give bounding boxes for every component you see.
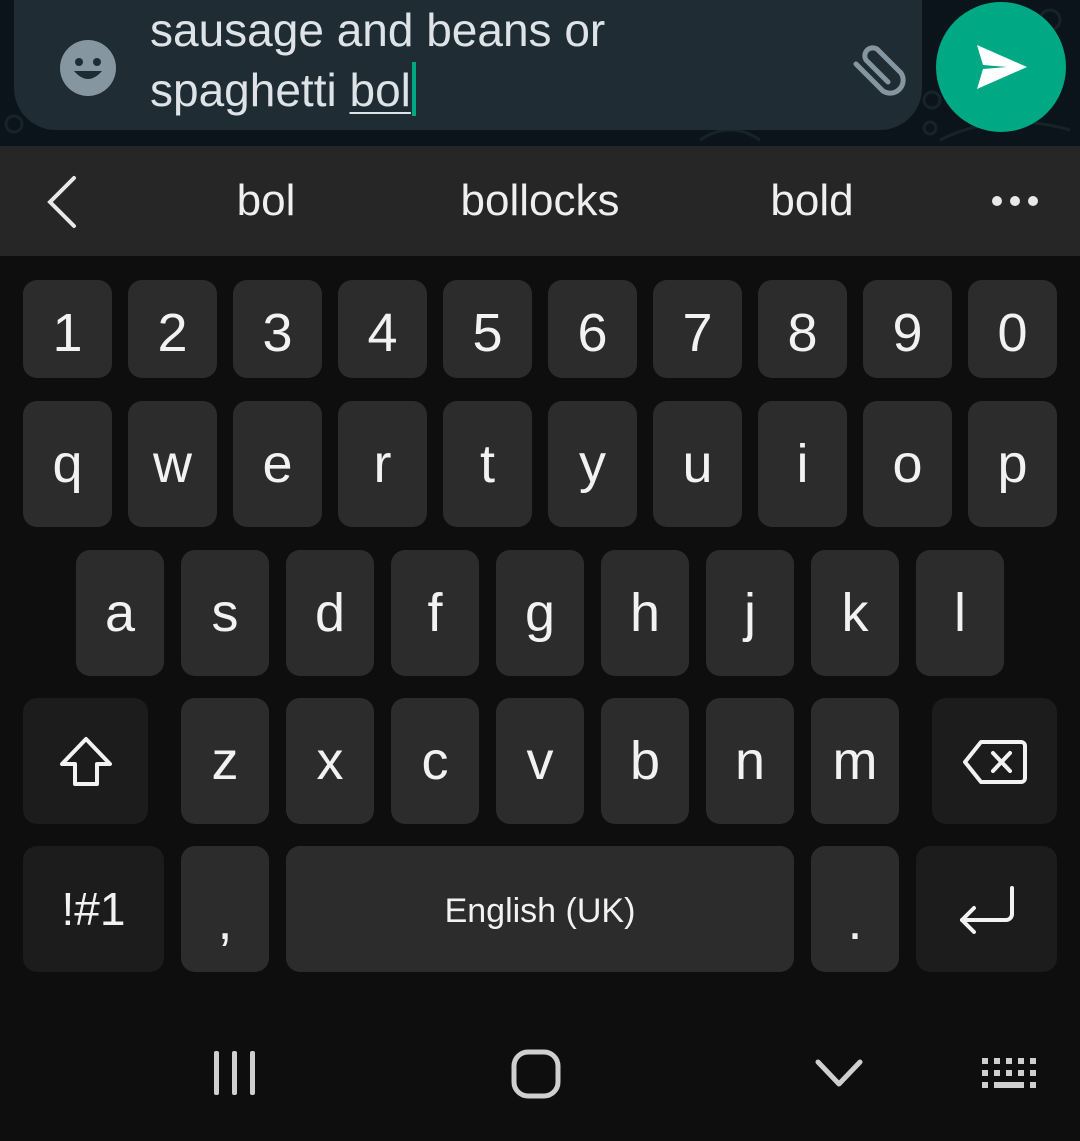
send-arrow-icon xyxy=(977,45,1027,89)
backspace-key[interactable] xyxy=(932,698,1057,824)
key-k[interactable]: k xyxy=(811,550,899,676)
key-9[interactable]: 9 xyxy=(863,280,952,378)
key-5[interactable]: 5 xyxy=(443,280,532,378)
key-6[interactable]: 6 xyxy=(548,280,637,378)
keyboard-switch-icon[interactable] xyxy=(980,1056,1040,1097)
more-dots-icon[interactable] xyxy=(985,186,1045,216)
key-s[interactable]: s xyxy=(181,550,269,676)
key-7[interactable]: 7 xyxy=(653,280,742,378)
navigation-bar xyxy=(0,1016,1080,1141)
key-p[interactable]: p xyxy=(968,401,1057,527)
space-key[interactable]: English (UK) xyxy=(286,846,794,972)
key-0[interactable]: 0 xyxy=(968,280,1057,378)
current-word: bol xyxy=(349,64,411,116)
key-3[interactable]: 3 xyxy=(233,280,322,378)
key-b[interactable]: b xyxy=(601,698,689,824)
key-1[interactable]: 1 xyxy=(23,280,112,378)
recent-apps-icon[interactable] xyxy=(210,1048,260,1103)
key-y[interactable]: y xyxy=(548,401,637,527)
key-r[interactable]: r xyxy=(338,401,427,527)
key-8[interactable]: 8 xyxy=(758,280,847,378)
message-compose-box[interactable]: sausage and beans or spaghetti bol xyxy=(14,0,922,130)
key-l[interactable]: l xyxy=(916,550,1004,676)
backspace-icon xyxy=(963,740,1027,784)
key-x[interactable]: x xyxy=(286,698,374,824)
key-v[interactable]: v xyxy=(496,698,584,824)
key-e[interactable]: e xyxy=(233,401,322,527)
key-t[interactable]: t xyxy=(443,401,532,527)
key-4[interactable]: 4 xyxy=(338,280,427,378)
shift-arrow-icon xyxy=(60,737,112,786)
key-n[interactable]: n xyxy=(706,698,794,824)
key-q[interactable]: q xyxy=(23,401,112,527)
key-period[interactable]: . xyxy=(811,846,899,972)
key-g[interactable]: g xyxy=(496,550,584,676)
key-w[interactable]: w xyxy=(128,401,217,527)
key-a[interactable]: a xyxy=(76,550,164,676)
key-f[interactable]: f xyxy=(391,550,479,676)
emoji-smiley-icon[interactable] xyxy=(58,38,118,98)
key-i[interactable]: i xyxy=(758,401,847,527)
home-icon[interactable] xyxy=(510,1048,562,1105)
keyboard: 1 2 3 4 5 6 7 8 9 0 q w e r t y u i o p … xyxy=(0,256,1080,1016)
message-input[interactable]: sausage and beans or spaghetti bol xyxy=(150,0,830,120)
paperclip-icon[interactable] xyxy=(844,36,908,100)
key-h[interactable]: h xyxy=(601,550,689,676)
key-comma[interactable]: , xyxy=(181,846,269,972)
enter-key[interactable] xyxy=(916,846,1057,972)
key-2[interactable]: 2 xyxy=(128,280,217,378)
key-u[interactable]: u xyxy=(653,401,742,527)
chevron-left-icon[interactable] xyxy=(40,174,90,230)
send-button[interactable] xyxy=(936,2,1066,132)
hide-keyboard-icon[interactable] xyxy=(814,1056,864,1095)
symbols-key[interactable]: !#1 xyxy=(23,846,164,972)
key-c[interactable]: c xyxy=(391,698,479,824)
key-m[interactable]: m xyxy=(811,698,899,824)
key-z[interactable]: z xyxy=(181,698,269,824)
key-o[interactable]: o xyxy=(863,401,952,527)
suggestion-1[interactable]: bol xyxy=(186,146,346,256)
shift-key[interactable] xyxy=(23,698,148,824)
text-caret xyxy=(411,62,416,116)
key-d[interactable]: d xyxy=(286,550,374,676)
key-j[interactable]: j xyxy=(706,550,794,676)
enter-return-icon xyxy=(960,886,1014,934)
suggestion-2[interactable]: bollocks xyxy=(420,146,660,256)
suggestion-bar: bol bollocks bold xyxy=(0,146,1080,256)
suggestion-3[interactable]: bold xyxy=(732,146,892,256)
